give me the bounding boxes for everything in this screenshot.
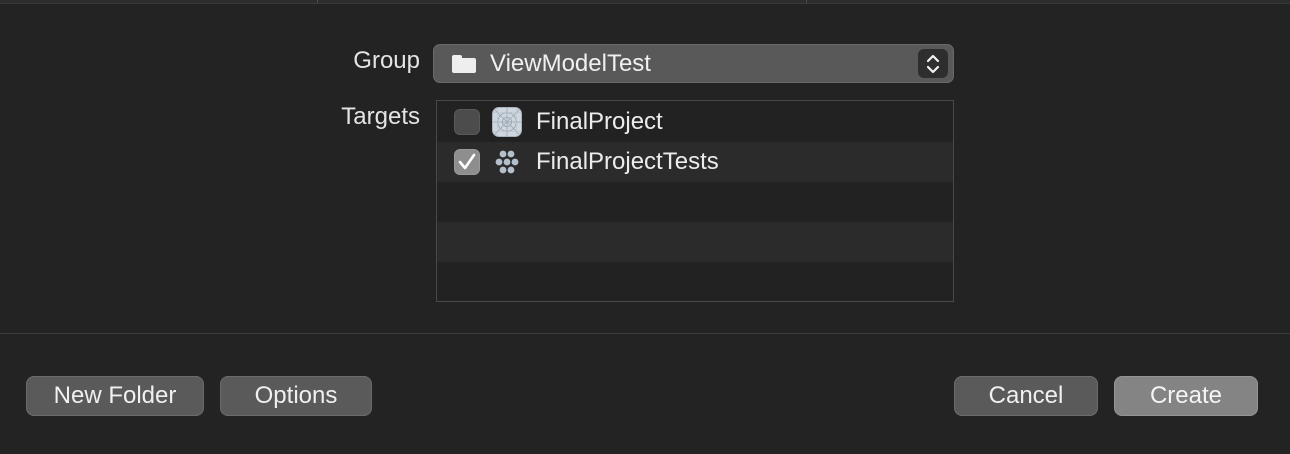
target-checkbox-finalprojecttests[interactable] [454,149,480,175]
group-label: Group [353,47,420,74]
new-file-dialog: Group ViewModelTest Targets FinalProject… [0,0,1290,454]
column-separator [806,0,807,3]
footer-divider [0,333,1290,334]
top-divider [0,0,1290,4]
app-target-icon [492,107,522,137]
folder-icon [452,54,476,73]
column-separator [317,0,318,3]
target-label: FinalProject [536,108,663,135]
empty-row [437,222,953,262]
create-button[interactable]: Create [1114,376,1258,416]
targets-label: Targets [341,103,420,130]
list-item[interactable]: FinalProjectTests [437,142,953,182]
targets-list[interactable]: FinalProject FinalProjectTests [436,100,954,302]
chevron-up-down-icon[interactable] [918,49,948,78]
list-item[interactable]: FinalProject [437,102,953,142]
group-selected-value: ViewModelTest [490,49,651,77]
empty-row [437,182,953,222]
empty-row [437,262,953,301]
target-checkbox-finalproject[interactable] [454,109,480,135]
options-button[interactable]: Options [220,376,372,416]
new-folder-button[interactable]: New Folder [26,376,204,416]
test-bundle-icon [492,147,522,177]
cancel-button[interactable]: Cancel [954,376,1098,416]
checkmark-icon [458,153,476,170]
group-popup-button[interactable]: ViewModelTest [433,44,954,83]
target-label: FinalProjectTests [536,148,719,175]
